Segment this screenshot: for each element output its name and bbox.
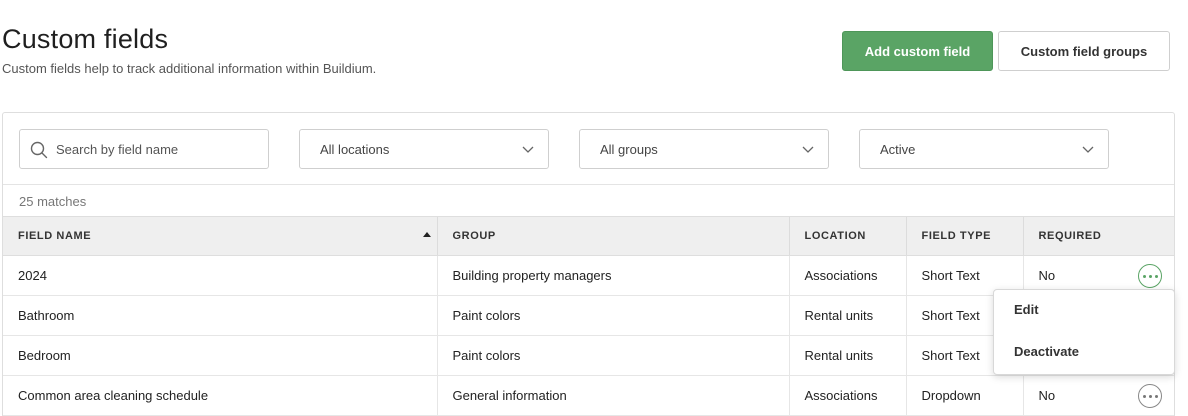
chevron-down-icon: [1082, 146, 1094, 153]
status-filter-select[interactable]: Active: [859, 129, 1109, 169]
custom-field-groups-button[interactable]: Custom field groups: [998, 31, 1170, 71]
column-header-field-type[interactable]: FIELD TYPE: [905, 216, 1023, 256]
cell-field-type: Dropdown: [905, 375, 1023, 416]
search-icon: [30, 141, 48, 159]
cell-field-name[interactable]: Common area cleaning schedule: [3, 375, 437, 416]
group-filter-value: All groups: [600, 142, 658, 157]
menu-item-edit[interactable]: Edit: [1014, 302, 1039, 317]
cell-group: Paint colors: [436, 335, 789, 376]
location-filter-select[interactable]: All locations: [299, 129, 549, 169]
more-options-icon[interactable]: [1138, 264, 1162, 288]
cell-group: Building property managers: [436, 255, 789, 296]
chevron-down-icon: [522, 146, 534, 153]
page-title: Custom fields: [2, 24, 169, 54]
cell-location: Rental units: [788, 295, 906, 336]
page-subtitle: Custom fields help to track additional i…: [2, 61, 377, 76]
cell-location: Associations: [788, 255, 906, 296]
cell-location: Associations: [788, 375, 906, 416]
column-header-location[interactable]: LOCATION: [788, 216, 906, 256]
column-header-field-name[interactable]: FIELD NAME: [3, 216, 437, 256]
table-header-row: FIELD NAME GROUP LOCATION FIELD TYPE REQ…: [3, 216, 1174, 256]
search-field[interactable]: [19, 129, 269, 169]
more-options-icon[interactable]: [1138, 384, 1162, 408]
column-header-required[interactable]: REQUIRED: [1022, 216, 1174, 256]
group-filter-select[interactable]: All groups: [579, 129, 829, 169]
sort-ascending-icon: [422, 232, 431, 237]
location-filter-value: All locations: [320, 142, 390, 157]
cell-required: No: [1022, 375, 1174, 416]
cell-field-name[interactable]: 2024: [3, 255, 437, 296]
filters-divider: [3, 184, 1174, 185]
chevron-down-icon: [802, 146, 814, 153]
results-count: 25 matches: [19, 194, 87, 209]
add-custom-field-button[interactable]: Add custom field: [842, 31, 993, 71]
status-filter-value: Active: [880, 142, 916, 157]
cell-group: Paint colors: [436, 295, 789, 336]
menu-item-deactivate[interactable]: Deactivate: [1014, 344, 1079, 359]
table-row[interactable]: Common area cleaning schedule General in…: [3, 375, 1174, 416]
cell-field-name[interactable]: Bathroom: [3, 295, 437, 336]
cell-field-name[interactable]: Bedroom: [3, 335, 437, 376]
row-actions-menu: Edit Deactivate: [993, 289, 1175, 375]
cell-group: General information: [436, 375, 789, 416]
cell-location: Rental units: [788, 335, 906, 376]
column-header-group[interactable]: GROUP: [436, 216, 789, 256]
search-input[interactable]: [56, 130, 261, 168]
